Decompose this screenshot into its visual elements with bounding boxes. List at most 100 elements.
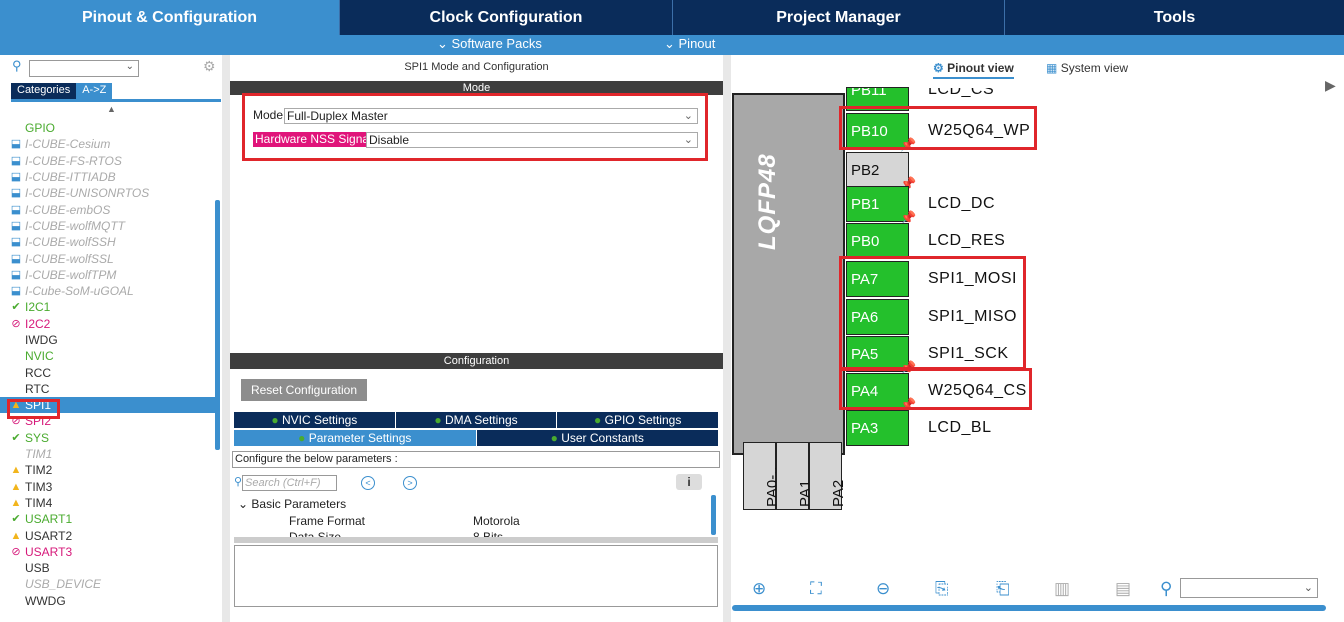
tab-parameter-settings[interactable]: ● Parameter Settings [234, 430, 477, 446]
tab-tools[interactable]: Tools [1005, 0, 1344, 35]
chevron-down-icon[interactable]: ⌄ [126, 61, 134, 72]
list-item-label: I-CUBE-wolfMQTT [25, 218, 125, 233]
list-item[interactable]: ▲ USART2 [0, 527, 215, 543]
list-item[interactable]: ⬓ I-CUBE-FS-RTOS [0, 153, 215, 169]
pin-signal-label[interactable]: LCD_BL [928, 419, 991, 437]
divider [222, 55, 230, 622]
parameter-search-input[interactable]: Search (Ctrl+F) [242, 475, 337, 491]
list-item[interactable]: ⬓ I-CUBE-wolfSSL [0, 250, 215, 266]
pin-signal-label[interactable]: LCD_RES [928, 232, 1005, 250]
tab-pinout-configuration[interactable]: Pinout & Configuration [0, 0, 340, 35]
tab-nvic-settings[interactable]: ● NVIC Settings [234, 412, 396, 428]
check-circle-icon: ● [434, 413, 442, 427]
previous-match-icon[interactable]: < [361, 476, 375, 490]
param-value[interactable]: Motorola [473, 514, 520, 528]
pin-search-input[interactable]: ⌄ [1180, 578, 1318, 598]
list-item[interactable]: ⬓ I-CUBE-ITTIADB [0, 169, 215, 185]
list-item-label: I-CUBE-UNISONRTOS [25, 186, 150, 201]
tab-underline [11, 99, 221, 102]
pinout-menu[interactable]: ⌄ Pinout [664, 36, 715, 52]
tab-gpio-settings[interactable]: ● GPIO Settings [557, 412, 719, 428]
reset-configuration-button[interactable]: Reset Configuration [241, 379, 367, 401]
tab-user-constants[interactable]: ● User Constants [476, 430, 718, 446]
list-item[interactable]: ⬓ I-Cube-SoM-uGOAL [0, 283, 215, 299]
settings-tabs-row2: ● Parameter Settings ● User Constants [234, 430, 718, 446]
list-item[interactable]: GPIO [0, 120, 215, 136]
list-item[interactable]: WWDG [0, 593, 215, 609]
pin-pa3[interactable]: PA3 [846, 410, 909, 446]
list-item[interactable]: RCC [0, 364, 215, 380]
pin-pa1[interactable]: PA1 [776, 442, 814, 510]
list-item[interactable]: ⬓ I-CUBE-embOS [0, 201, 215, 217]
tab-project-manager[interactable]: Project Manager [673, 0, 1005, 35]
scroll-arrow-icon[interactable]: ▶ [1325, 77, 1336, 94]
pinout-panel: ⚙ Pinout view ▦ System view ▶ LQFP48 PB1… [732, 55, 1344, 622]
list-item[interactable]: ✔ I2C1 [0, 299, 215, 315]
chevron-down-icon[interactable]: ⌄ [1304, 581, 1313, 594]
param-name: Data Size [289, 530, 342, 537]
list-item[interactable]: ⊘ I2C2 [0, 316, 215, 332]
pin-pb0[interactable]: PB0 [846, 223, 909, 259]
pin-signal-label[interactable]: LCD_DC [928, 195, 995, 213]
top-navigation: Pinout & Configuration Clock Configurati… [0, 0, 1344, 35]
tab-categories[interactable]: Categories [11, 83, 77, 99]
highlight-spi1-pins [839, 256, 1026, 370]
list-item[interactable]: TIM1 [0, 446, 215, 462]
fit-screen-icon[interactable]: ⛶ [810, 579, 822, 599]
software-pack-icon: ⬓ [10, 236, 22, 249]
list-item[interactable]: ⊘ USART3 [0, 544, 215, 560]
software-pack-icon: ⬓ [10, 138, 22, 151]
list-item[interactable]: NVIC [0, 348, 215, 364]
zoom-out-icon[interactable]: ⊖ [876, 579, 890, 599]
software-packs-menu[interactable]: ⌄ Software Packs [437, 36, 542, 52]
list-item[interactable]: ⬓ I-CUBE-wolfMQTT [0, 218, 215, 234]
search-icon[interactable]: ⚲ [1160, 579, 1172, 599]
rotate-icon[interactable]: ⎗ [996, 579, 1010, 599]
pin-pa0[interactable]: PA0-.. [743, 442, 781, 510]
pin-pa2[interactable]: PA2 [809, 442, 847, 510]
zoom-in-icon[interactable]: ⊕ [752, 579, 766, 599]
list-item[interactable]: USB_DEVICE [0, 576, 215, 592]
chevron-down-icon[interactable]: ⌄ [238, 497, 248, 511]
pin-signal-label[interactable]: LCD_CS [928, 88, 994, 98]
basic-parameters-group[interactable]: ⌄ Basic Parameters [238, 497, 346, 511]
list-item[interactable]: ▲ TIM3 [0, 479, 215, 495]
list-item[interactable]: ✔ USART1 [0, 511, 215, 527]
list-scrollbar[interactable] [215, 200, 220, 450]
tab-system-view[interactable]: ▦ System view [1046, 61, 1128, 75]
sort-icon[interactable]: ▲ [107, 104, 116, 114]
parameter-scrollbar[interactable] [711, 495, 716, 535]
list-item[interactable]: RTC [0, 381, 215, 397]
list-item[interactable]: USB [0, 560, 215, 576]
search-icon[interactable]: ⚲ [12, 58, 22, 74]
list-item-label: GPIO [25, 121, 56, 136]
grid-icon: ▦ [1046, 61, 1058, 75]
list-item[interactable]: ⬓ I-CUBE-UNISONRTOS [0, 185, 215, 201]
split-vertical-icon[interactable]: ▥ [1054, 579, 1070, 599]
list-item[interactable]: ⬓ I-CUBE-Cesium [0, 136, 215, 152]
tab-clock-configuration[interactable]: Clock Configuration [340, 0, 673, 35]
check-icon: ✔ [11, 513, 21, 526]
tab-a-z[interactable]: A->Z [76, 83, 113, 99]
next-match-icon[interactable]: > [403, 476, 417, 490]
list-item[interactable]: ⬓ I-CUBE-wolfSSH [0, 234, 215, 250]
list-item[interactable]: ✔ SYS [0, 430, 215, 446]
param-value[interactable]: 8 Bits [473, 530, 503, 537]
export-icon[interactable]: ⎘ [935, 579, 949, 599]
search-icon: ⚲ [234, 476, 243, 488]
gear-icon[interactable]: ⚙ [203, 58, 216, 75]
mode-configuration-panel: SPI1 Mode and Configuration Mode Mode Fu… [230, 55, 723, 622]
horizontal-splitter[interactable] [234, 537, 718, 543]
split-horizontal-icon[interactable]: ▤ [1115, 579, 1131, 599]
list-item[interactable]: ⬓ I-CUBE-wolfTPM [0, 267, 215, 283]
list-item[interactable]: IWDG [0, 332, 215, 348]
component-search-input[interactable]: ⌄ [29, 60, 139, 77]
list-item[interactable]: ▲ TIM2 [0, 462, 215, 478]
pushpin-icon: 📌 [900, 210, 917, 225]
info-icon[interactable]: i [676, 474, 702, 490]
tab-pinout-view[interactable]: ⚙ Pinout view [933, 61, 1014, 79]
configuration-header: Configuration [230, 353, 723, 369]
tab-dma-settings[interactable]: ● DMA Settings [395, 412, 558, 428]
horizontal-scrollbar[interactable] [732, 605, 1326, 611]
list-item[interactable]: ▲ TIM4 [0, 495, 215, 511]
